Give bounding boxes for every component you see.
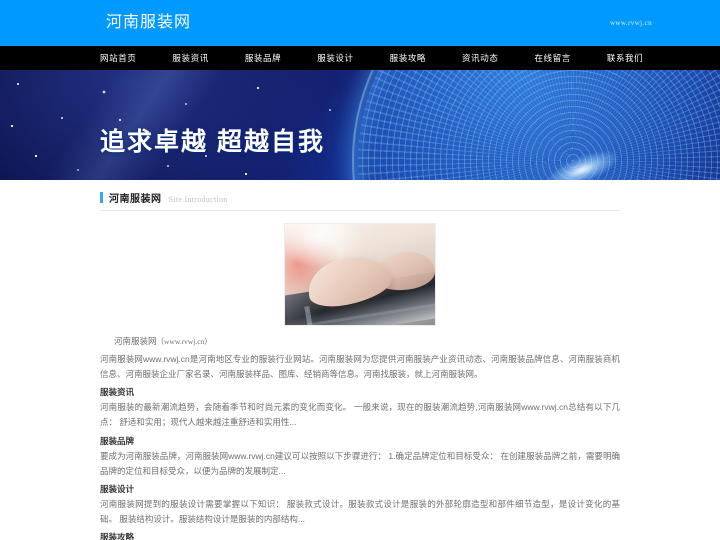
nav-item-brands[interactable]: 服装品牌 bbox=[245, 54, 281, 63]
nav-item-news[interactable]: 服装资讯 bbox=[172, 54, 208, 63]
block-body-news: 河南服装的最新潮流趋势，会随着季节和时尚元素的变化而变化。 一般来说，现在的服装… bbox=[100, 402, 620, 428]
block-body-design: 河南服装网提到的服装设计需要掌握以下知识： 服装款式设计。服装款式设计是服装的外… bbox=[100, 499, 620, 525]
nav-item-guide[interactable]: 服装攻略 bbox=[390, 54, 426, 63]
article-lead-url: （www.rvwj.cn） bbox=[156, 337, 212, 346]
photo-light-overlay bbox=[285, 224, 435, 325]
site-logo[interactable]: 河南服装网 bbox=[106, 15, 191, 31]
main-navigation: 网站首页 服装资讯 服装品牌 服装设计 服装攻略 资讯动态 在线留言 联系我们 bbox=[0, 46, 720, 70]
block-heading-design: 服装设计 bbox=[100, 483, 135, 494]
section-header: 河南服装网 Site Introduction bbox=[100, 190, 620, 210]
globe-rim-glow bbox=[352, 70, 720, 180]
hero-slogan: 追求卓越 超越自我 bbox=[100, 128, 325, 156]
site-url-text: www.rvwj.cn bbox=[609, 19, 652, 27]
section-accent-bar bbox=[100, 192, 103, 203]
page-content: 河南服装网 Site Introduction 河南服装网（www.rvwj.c… bbox=[0, 180, 720, 540]
nav-item-message[interactable]: 在线留言 bbox=[534, 54, 570, 63]
block-heading-guide: 服装攻略 bbox=[100, 532, 135, 540]
nav-item-contact[interactable]: 联系我们 bbox=[607, 54, 643, 63]
block-heading-news: 服装资讯 bbox=[100, 387, 135, 398]
site-header: 河南服装网 www.rvwj.cn bbox=[0, 0, 720, 46]
nav-list: 网站首页 服装资讯 服装品牌 服装设计 服装攻略 资讯动态 在线留言 联系我们 bbox=[0, 46, 720, 70]
block-heading-brands: 服装品牌 bbox=[100, 435, 135, 446]
site-introduction-article: 河南服装网（www.rvwj.cn） 河南服装网www.rvwj.cn是河南地区… bbox=[100, 211, 620, 540]
nav-item-home[interactable]: 网站首页 bbox=[100, 54, 136, 63]
article-intro-paragraph: 河南服装网www.rvwj.cn是河南地区专业的服装行业网站。河南服装网为您提供… bbox=[100, 353, 620, 379]
article-lead-title: 河南服装网 bbox=[114, 336, 157, 346]
nav-item-updates[interactable]: 资讯动态 bbox=[462, 54, 498, 63]
hero-banner: 追求卓越 超越自我 bbox=[0, 70, 720, 180]
section-subtitle: Site Introduction bbox=[168, 195, 228, 204]
nav-item-design[interactable]: 服装设计 bbox=[317, 54, 353, 63]
section-title: 河南服装网 bbox=[109, 194, 162, 205]
article-image bbox=[284, 223, 436, 326]
article-lead: 河南服装网（www.rvwj.cn） bbox=[100, 334, 620, 349]
block-body-brands: 要成为河南服装品牌，河南服装网www.rvwj.cn建议可以按照以下步骤进行： … bbox=[100, 450, 620, 476]
